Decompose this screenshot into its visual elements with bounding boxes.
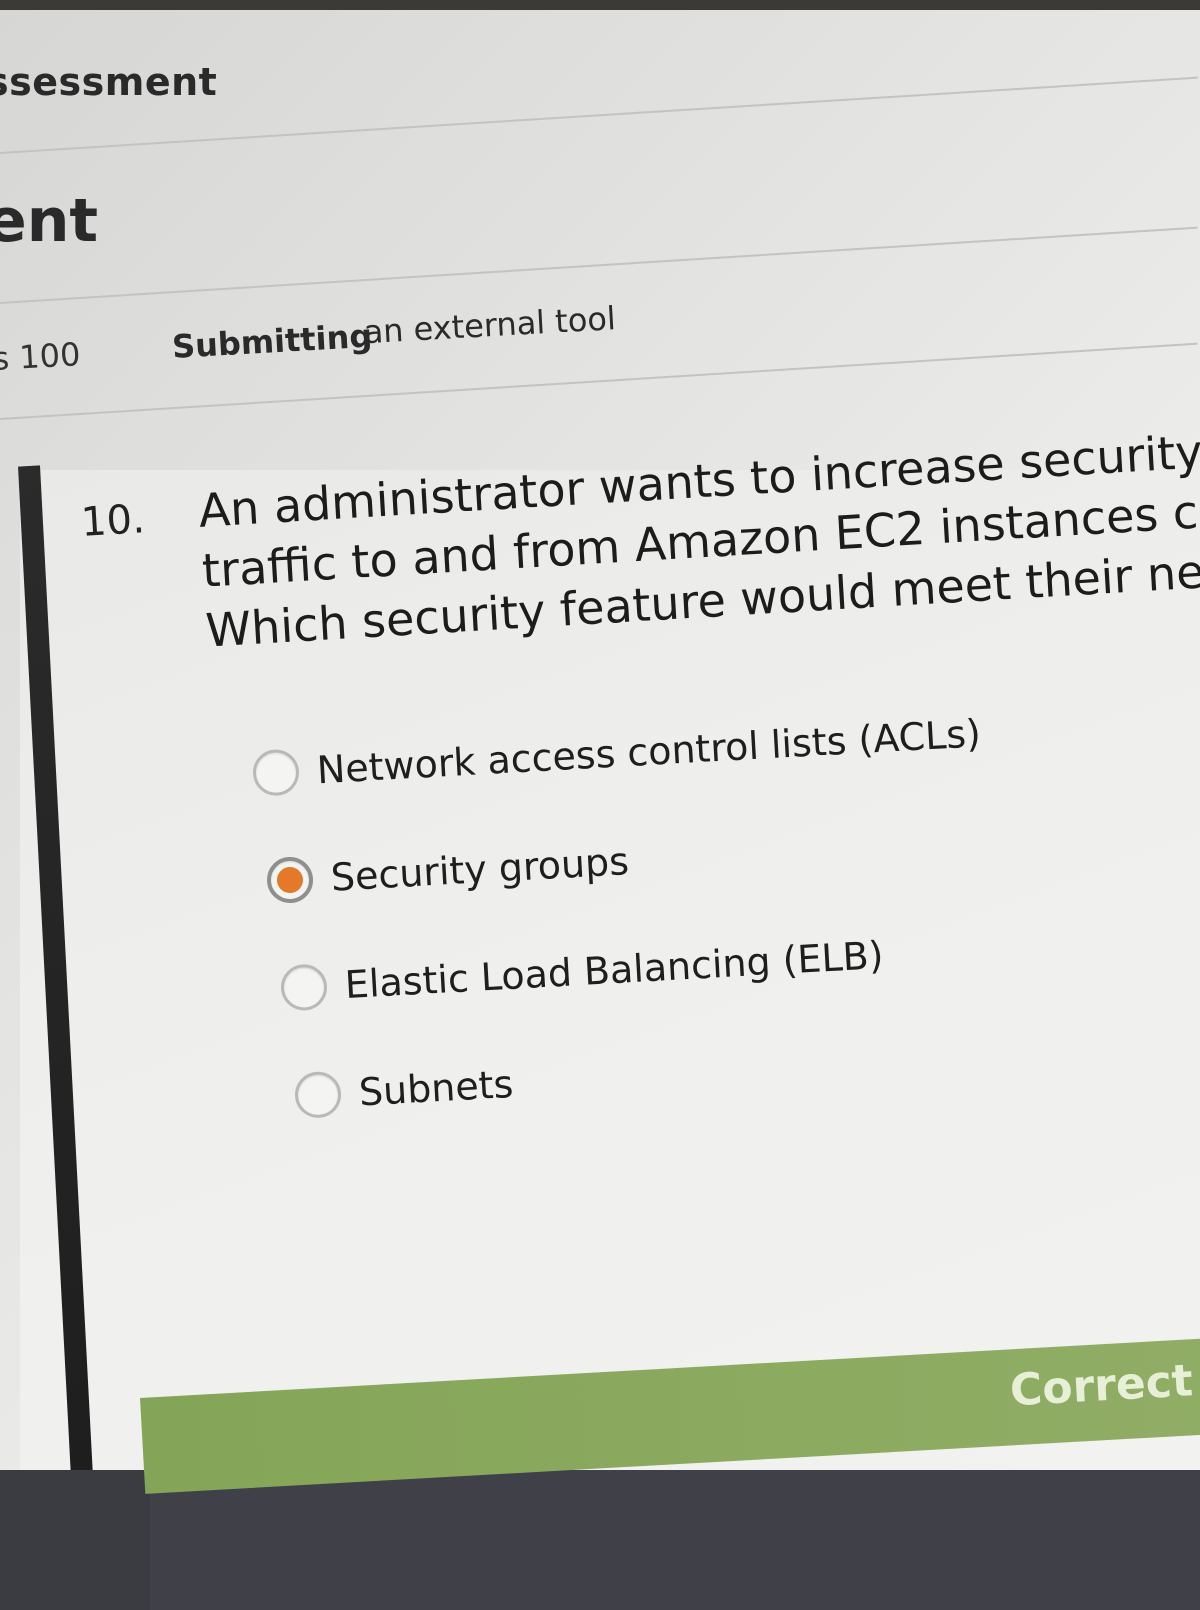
submitting-label: Submitting [171,316,374,366]
answer-option-label[interactable]: Subnets [358,1062,515,1115]
answer-option-label[interactable]: Network access control lists (ACLs) [316,711,982,792]
answer-option-label[interactable]: Security groups [330,839,630,900]
question: 10. An administrator wants to increase s… [78,401,1200,658]
radio-button[interactable] [279,963,329,1012]
radio-selected-dot [276,866,304,894]
assignment-details: s 100 Submitting an external tool [0,233,1200,400]
screen-top-edge [0,0,1200,10]
breadcrumb[interactable]: ssessment [0,60,217,104]
result-label: Correct [1008,1355,1195,1417]
page-title: ent [0,186,99,256]
page: ssessment ent s 100 Submitting an extern… [0,0,1200,1610]
points-value: s 100 [0,335,82,378]
submitting-value: an external tool [362,299,617,352]
radio-button[interactable] [293,1070,343,1120]
footer-panel [150,1470,1200,1610]
answer-option-label[interactable]: Elastic Load Balancing (ELB) [344,933,885,1007]
radio-button[interactable] [251,748,301,797]
answer-options: Network access control lists (ACLs) Secu… [250,670,1173,1152]
radio-button-selected[interactable] [265,855,315,905]
question-number: 10. [79,496,147,546]
